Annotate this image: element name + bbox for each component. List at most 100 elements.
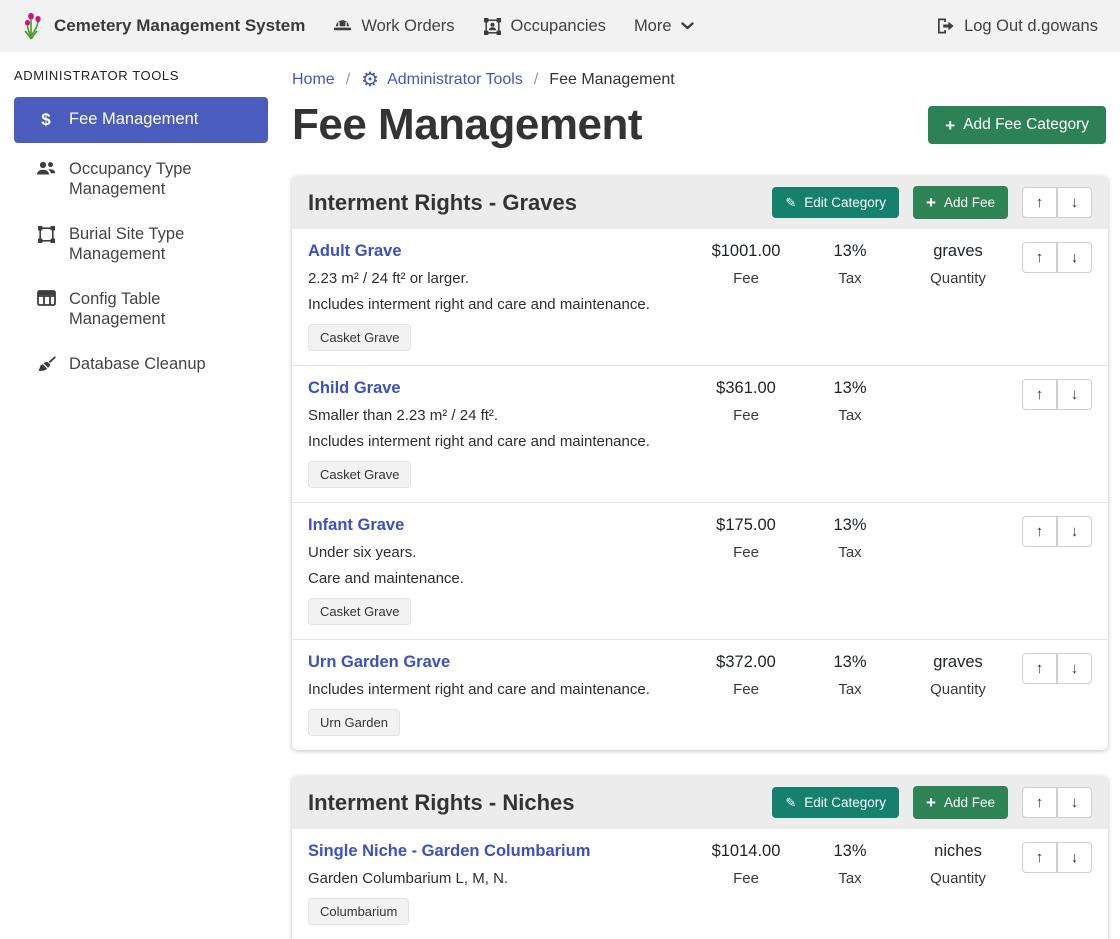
- tax-column: 13% Tax: [798, 842, 902, 925]
- tax-column: 13% Tax: [798, 242, 902, 351]
- move-category-down-button[interactable]: ↓: [1057, 787, 1092, 818]
- fee-description: Smaller than 2.23 m² / 24 ft².: [308, 407, 686, 424]
- fee-descriptions: Under six years.Care and maintenance.: [308, 544, 686, 587]
- categories: Interment Rights - Graves ✎ Edit Categor…: [292, 176, 1108, 939]
- sidebar-item-database-cleanup[interactable]: Database Cleanup: [14, 345, 268, 383]
- fee-amount-label: Fee: [694, 681, 798, 698]
- fee-row: Urn Garden Grave Includes interment righ…: [292, 639, 1108, 750]
- quantity-label: Quantity: [902, 270, 1014, 287]
- sidebar-heading: ADMINISTRATOR TOOLS: [14, 68, 268, 83]
- fee-amount-label: Fee: [694, 544, 798, 561]
- fee-amount-label: Fee: [694, 407, 798, 424]
- add-fee-button[interactable]: + Add Fee: [913, 786, 1008, 819]
- fee-amount: $175.00: [694, 516, 798, 535]
- move-fee-down-button[interactable]: ↓: [1057, 379, 1092, 410]
- edit-category-button[interactable]: ✎ Edit Category: [772, 787, 899, 818]
- plus-icon: +: [926, 194, 936, 211]
- fee-descriptions: Includes interment right and care and ma…: [308, 681, 686, 698]
- tax-label: Tax: [798, 681, 902, 698]
- fee-description: 2.23 m² / 24 ft² or larger.: [308, 270, 686, 287]
- table-icon: [36, 290, 56, 306]
- fee-amount-column: $175.00 Fee: [694, 516, 798, 625]
- nav-more[interactable]: More: [634, 17, 694, 36]
- move-fee-up-button[interactable]: ↑: [1022, 242, 1057, 273]
- move-fee-up-button[interactable]: ↑: [1022, 379, 1057, 410]
- brand[interactable]: Cemetery Management System: [22, 11, 305, 41]
- move-fee-down-button[interactable]: ↓: [1057, 516, 1092, 547]
- sidebar-item-config-table[interactable]: Config Table Management: [14, 280, 268, 338]
- arrow-up-icon: ↑: [1036, 249, 1044, 266]
- move-fee-down-button[interactable]: ↓: [1057, 842, 1092, 873]
- fee-name-link[interactable]: Single Niche - Garden Columbarium: [308, 842, 590, 861]
- move-fee-up-button[interactable]: ↑: [1022, 842, 1057, 873]
- tax-column: 13% Tax: [798, 653, 902, 736]
- move-fee-down-button[interactable]: ↓: [1057, 242, 1092, 273]
- fee-name-link[interactable]: Infant Grave: [308, 516, 404, 535]
- sidebar-item-label: Database Cleanup: [69, 354, 206, 374]
- plus-icon: +: [945, 117, 955, 134]
- nav-occupancies[interactable]: Occupancies: [483, 17, 606, 36]
- fee-amount-column: $361.00 Fee: [694, 379, 798, 488]
- fee-name-link[interactable]: Child Grave: [308, 379, 401, 398]
- fee-amount: $1001.00: [694, 242, 798, 261]
- quantity-label: Quantity: [902, 681, 1014, 698]
- nav-work-orders[interactable]: Work Orders: [333, 17, 454, 36]
- move-fee-up-button[interactable]: ↑: [1022, 653, 1057, 684]
- breadcrumb-admin-tools-link[interactable]: ⚙ Administrator Tools: [361, 70, 523, 90]
- fee-amount-column: $1001.00 Fee: [694, 242, 798, 351]
- pencil-icon: ✎: [785, 796, 796, 809]
- sidebar-item-occupancy-type[interactable]: Occupancy Type Management: [14, 150, 268, 208]
- fee-name-link[interactable]: Urn Garden Grave: [308, 653, 450, 672]
- fee-badge: Casket Grave: [308, 598, 411, 625]
- add-fee-label: Add Fee: [944, 195, 995, 210]
- add-fee-category-button[interactable]: + Add Fee Category: [928, 106, 1106, 144]
- fee-reorder-controls: ↑ ↓: [1014, 242, 1092, 351]
- move-category-up-button[interactable]: ↑: [1022, 187, 1057, 218]
- top-navbar: Cemetery Management System Work Orders O…: [0, 0, 1120, 52]
- fee-reorder-controls: ↑ ↓: [1014, 653, 1092, 736]
- add-fee-button[interactable]: + Add Fee: [913, 186, 1008, 219]
- fee-description: Garden Columbarium L, M, N.: [308, 870, 686, 887]
- fee-row: Child Grave Smaller than 2.23 m² / 24 ft…: [292, 365, 1108, 502]
- move-category-up-button[interactable]: ↑: [1022, 787, 1057, 818]
- category-reorder-controls: ↑ ↓: [1022, 187, 1092, 218]
- fee-row: Infant Grave Under six years.Care and ma…: [292, 502, 1108, 639]
- logout-label: Log Out d.gowans: [964, 17, 1098, 36]
- logout-link[interactable]: Log Out d.gowans: [936, 17, 1098, 36]
- arrow-down-icon: ↓: [1071, 386, 1079, 403]
- plus-icon: +: [926, 794, 936, 811]
- quantity-column: [902, 379, 1014, 488]
- tax-label: Tax: [798, 870, 902, 887]
- breadcrumb-separator: /: [346, 71, 350, 89]
- category-header: Interment Rights - Graves ✎ Edit Categor…: [292, 176, 1108, 229]
- move-fee-down-button[interactable]: ↓: [1057, 653, 1092, 684]
- tax-value: 13%: [798, 379, 902, 398]
- page-title: Fee Management: [292, 100, 642, 150]
- breadcrumb-admin-tools-label: Administrator Tools: [387, 71, 523, 89]
- sidebar-item-burial-site-type[interactable]: Burial Site Type Management: [14, 215, 268, 273]
- breadcrumb: Home / ⚙ Administrator Tools / Fee Manag…: [292, 70, 1108, 90]
- add-fee-category-label: Add Fee Category: [963, 116, 1089, 134]
- sidebar-item-label: Fee Management: [69, 109, 198, 129]
- arrow-down-icon: ↓: [1071, 660, 1079, 677]
- edit-category-label: Edit Category: [804, 795, 886, 810]
- breadcrumb-home-link[interactable]: Home: [292, 71, 335, 89]
- arrow-down-icon: ↓: [1071, 523, 1079, 540]
- fee-description: Care and maintenance.: [308, 570, 686, 587]
- sidebar-item-fee-management[interactable]: $ Fee Management: [14, 97, 268, 143]
- move-fee-up-button[interactable]: ↑: [1022, 516, 1057, 547]
- fee-name-link[interactable]: Adult Grave: [308, 242, 402, 261]
- fee-row: Single Niche - Garden Columbarium Garden…: [292, 829, 1108, 939]
- category-reorder-controls: ↑ ↓: [1022, 787, 1092, 818]
- breadcrumb-current: Fee Management: [549, 71, 674, 89]
- move-category-down-button[interactable]: ↓: [1057, 187, 1092, 218]
- fee-info: Single Niche - Garden Columbarium Garden…: [308, 842, 694, 925]
- app-title: Cemetery Management System: [54, 16, 305, 36]
- fee-amount: $372.00: [694, 653, 798, 672]
- edit-category-button[interactable]: ✎ Edit Category: [772, 187, 899, 218]
- fee-badge: Columbarium: [308, 898, 409, 925]
- sidebar-item-label: Config Table Management: [69, 289, 258, 329]
- tax-value: 13%: [798, 516, 902, 535]
- tax-label: Tax: [798, 544, 902, 561]
- quantity-column: niches Quantity: [902, 842, 1014, 925]
